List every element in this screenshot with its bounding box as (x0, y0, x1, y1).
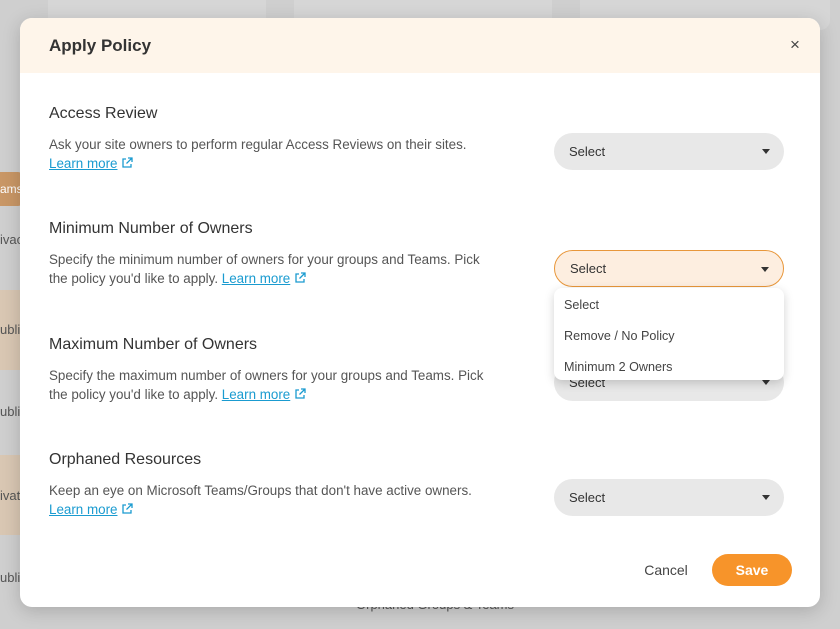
section-title: Access Review (49, 105, 158, 122)
modal-title: Apply Policy (49, 35, 152, 55)
select-value: Select (570, 261, 607, 276)
caret-down-icon (761, 267, 769, 272)
orphaned-resources-select[interactable]: Select (554, 479, 784, 516)
learn-more-link[interactable]: Learn more (49, 502, 117, 517)
section-description-text: Keep an eye on Microsoft Teams/Groups th… (49, 483, 472, 498)
minimum-owners-select[interactable]: Select (554, 250, 784, 287)
section-title: Orphaned Resources (49, 451, 202, 468)
select-value: Select (569, 490, 606, 505)
section-description-text: Ask your site owners to perform regular … (49, 137, 467, 152)
dropdown-option[interactable]: Select (554, 292, 784, 323)
external-link-icon[interactable] (121, 503, 134, 515)
background-row-label: ivat (0, 488, 21, 503)
learn-more-link[interactable]: Learn more (49, 156, 117, 171)
caret-down-icon (762, 495, 770, 500)
section-title: Minimum Number of Owners (49, 220, 253, 237)
learn-more-link[interactable]: Learn more (222, 271, 290, 286)
section-description: Keep an eye on Microsoft Teams/Groups th… (49, 481, 489, 519)
external-link-icon[interactable] (294, 388, 306, 400)
minimum-owners-dropdown: Select Remove / No Policy Minimum 2 Owne… (554, 288, 784, 380)
section-description: Ask your site owners to perform regular … (49, 135, 489, 173)
caret-down-icon (762, 149, 770, 154)
select-value: Select (569, 144, 606, 159)
cancel-button[interactable]: Cancel (632, 556, 700, 584)
modal-header: Apply Policy × (20, 18, 820, 73)
apply-policy-modal: Apply Policy × Access Review Ask your si… (20, 18, 820, 607)
external-link-icon[interactable] (121, 157, 134, 169)
background-tag: ams (0, 172, 23, 206)
section-description: Specify the maximum number of owners for… (49, 366, 489, 404)
save-button[interactable]: Save (712, 554, 792, 586)
close-button[interactable]: × (787, 36, 803, 53)
learn-more-link[interactable]: Learn more (222, 387, 290, 402)
dropdown-option[interactable]: Minimum 2 Owners (554, 354, 784, 385)
dropdown-option[interactable]: Remove / No Policy (554, 323, 784, 354)
section-description: Specify the minimum number of owners for… (49, 250, 489, 288)
access-review-select[interactable]: Select (554, 133, 784, 170)
external-link-icon[interactable] (294, 272, 306, 284)
